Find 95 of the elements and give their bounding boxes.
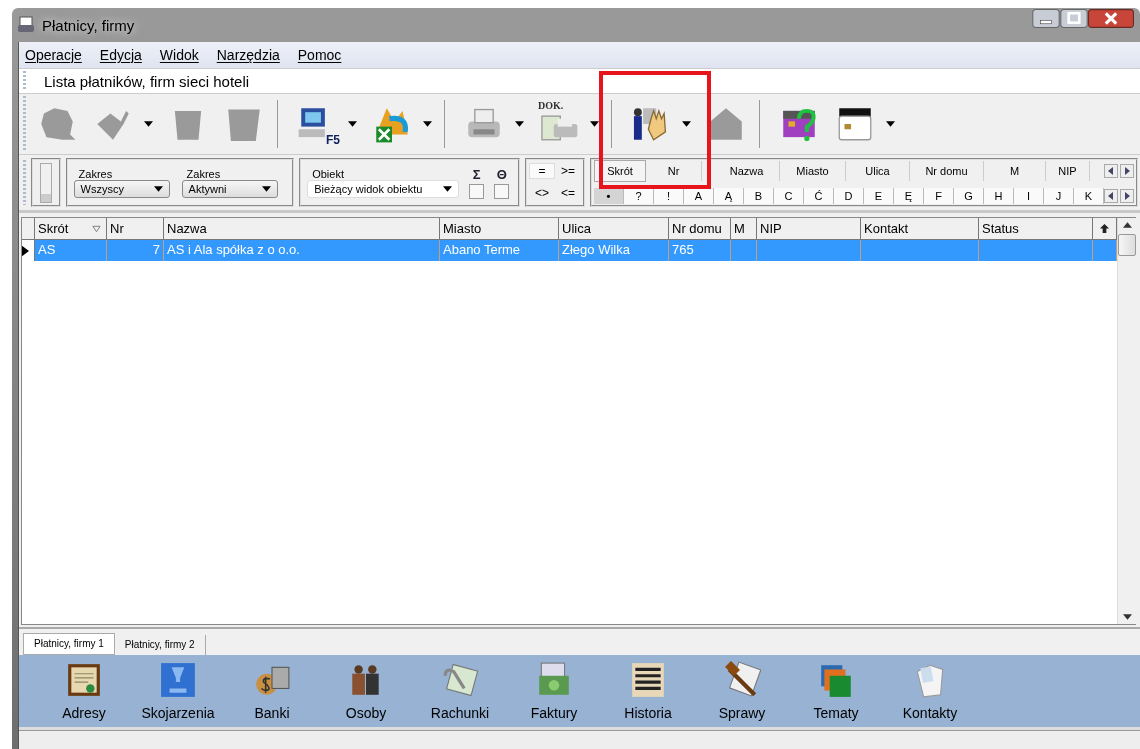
shortcut-icon [723, 661, 761, 699]
grid-corner [22, 218, 35, 240]
table-cell: AS i Ala spółka z o o.o. [164, 240, 440, 261]
menu-item[interactable]: Widok [159, 47, 199, 63]
list-caption: Lista płatników, firm sieci hoteli [44, 72, 250, 90]
icon-label: DOK. [538, 100, 564, 111]
table-cell: Abano Terme [440, 240, 559, 261]
shortcut-button[interactable]: Sprawy [695, 661, 789, 721]
pin-icon [1099, 223, 1110, 234]
field-button[interactable]: NIP [1046, 161, 1090, 181]
field-button[interactable]: Ulica [846, 161, 910, 181]
caret-icon[interactable] [682, 121, 691, 127]
letter-button[interactable]: I [1014, 187, 1044, 204]
field-button[interactable]: Miasto [780, 161, 846, 181]
letter-button[interactable]: • [594, 187, 624, 204]
field-button[interactable]: Nr [646, 161, 702, 181]
scope-dropdown[interactable]: Aktywni [181, 179, 278, 198]
printer-icon [16, 15, 36, 35]
operator-button[interactable]: >= [555, 164, 581, 178]
shortcut-button[interactable]: Rachunki [413, 661, 507, 721]
toggle-label: Θ [496, 166, 507, 182]
letter-button[interactable]: E [864, 187, 894, 204]
field-button[interactable]: Nazwa [714, 161, 780, 181]
minimize-icon[interactable] [1032, 9, 1060, 28]
table-cell: 765 [669, 240, 731, 261]
letter-button[interactable]: F [924, 187, 954, 204]
letter-button[interactable]: C [774, 187, 804, 204]
field-button[interactable]: Nr domu [910, 161, 984, 181]
row-pointer-icon [22, 244, 29, 257]
operator-button[interactable]: <= [555, 186, 581, 200]
caret-icon [153, 185, 163, 192]
scroll-thumb[interactable] [1118, 234, 1136, 256]
scroll-right-icon[interactable] [1120, 188, 1134, 203]
menu-item[interactable]: Operacje [25, 47, 82, 63]
scroll-up-icon[interactable] [1122, 222, 1132, 228]
caret-icon [261, 185, 271, 192]
toolbar-button[interactable]: F5 [292, 103, 361, 145]
checkbox[interactable] [494, 183, 510, 199]
shortcut-button[interactable]: Kontakty [883, 661, 977, 721]
letter-button[interactable]: Ę [894, 187, 924, 204]
caret-icon[interactable] [348, 121, 357, 127]
shortcut-button[interactable]: Historia [601, 661, 695, 721]
menu-item[interactable]: Pomoc [297, 47, 342, 63]
field-button[interactable]: M [984, 161, 1046, 181]
shortcut-button[interactable]: Tematy [789, 661, 883, 721]
shortcut-button[interactable]: Skojarzenia [131, 661, 225, 721]
table-cell: AS [35, 240, 107, 261]
field-label: Zakres [186, 167, 222, 180]
field-label: Obiekt [312, 167, 345, 180]
shortcut-icon [159, 661, 197, 699]
letter-button[interactable]: Ą [714, 187, 744, 204]
menu-item[interactable]: Narzędzia [216, 47, 280, 63]
operator-button[interactable]: = [529, 163, 555, 179]
close-icon[interactable] [1088, 9, 1134, 28]
scroll-down-icon[interactable] [1122, 614, 1132, 620]
scope-dropdown[interactable]: Wszyscy [73, 179, 170, 198]
object-dropdown[interactable]: Bieżący widok obiektu [307, 179, 460, 198]
shortcut-button[interactable]: Osoby [319, 661, 413, 721]
letter-button[interactable]: K [1074, 187, 1104, 204]
caret-icon [443, 185, 453, 192]
shortcut-icon [441, 661, 479, 699]
icon-label: F5 [326, 133, 340, 147]
window-title: Płatnicy, firmy [42, 16, 135, 34]
checkbox[interactable] [469, 183, 485, 199]
letter-button[interactable]: B [744, 187, 774, 204]
letter-button[interactable]: D [834, 187, 864, 204]
letter-button[interactable]: Ć [804, 187, 834, 204]
maximize-icon[interactable] [1060, 9, 1088, 28]
caret-icon[interactable] [886, 121, 895, 127]
menu-item[interactable]: Edycja [99, 47, 142, 63]
field-button[interactable]: Skrót [594, 160, 646, 182]
toggle-label: Σ [472, 166, 481, 182]
sort-icon [92, 225, 101, 233]
tab[interactable]: Płatnicy, firmy 1 [23, 633, 115, 655]
slider-handle[interactable] [39, 162, 52, 203]
shortcut-icon [65, 661, 103, 699]
table-cell: Złego Wilka [559, 240, 669, 261]
scroll-left-icon[interactable] [1104, 164, 1118, 178]
caret-icon[interactable] [515, 121, 524, 127]
vertical-scrollbar[interactable] [1117, 218, 1136, 624]
scroll-right-icon[interactable] [1120, 164, 1134, 178]
caret-icon[interactable] [423, 121, 432, 127]
operator-button[interactable]: <> [529, 186, 555, 200]
table-cell: 7 [107, 240, 164, 261]
letter-button[interactable]: G [954, 187, 984, 204]
shortcut-button[interactable]: Faktury [507, 661, 601, 721]
scroll-left-icon[interactable] [1104, 188, 1118, 203]
letter-button[interactable]: H [984, 187, 1014, 204]
field-label: Zakres [78, 167, 114, 180]
letter-button[interactable]: J [1044, 187, 1074, 204]
shortcut-icon [629, 661, 667, 699]
caret-icon[interactable] [590, 121, 599, 127]
toolbar-button[interactable]: DOK. [534, 103, 603, 145]
shortcut-button[interactable]: Banki [225, 661, 319, 721]
shortcut-button[interactable]: Adresy [37, 661, 131, 721]
